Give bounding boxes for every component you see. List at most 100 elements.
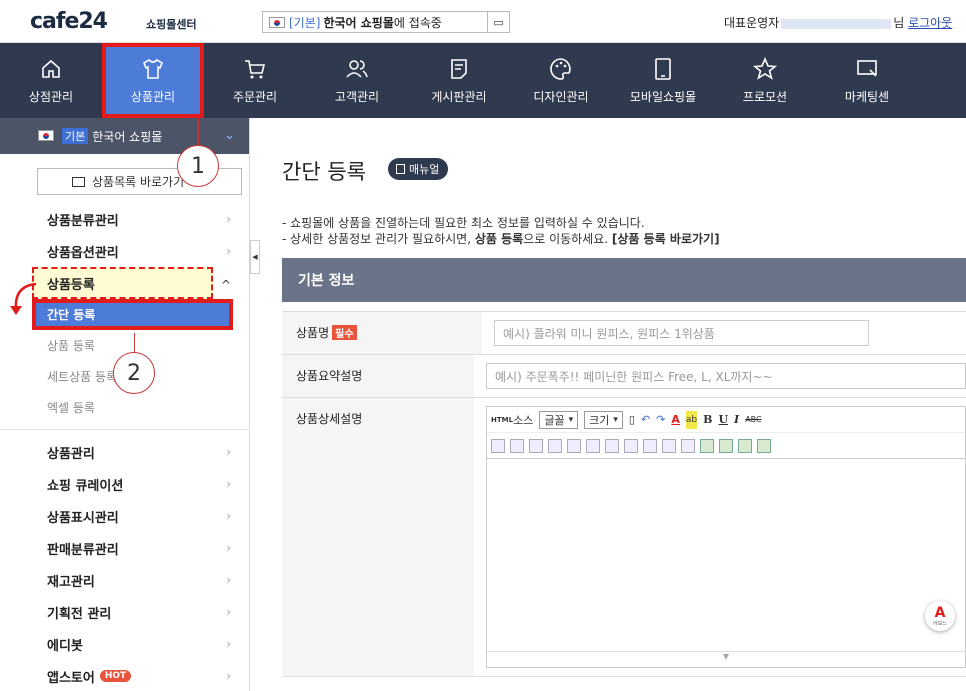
font-color-icon[interactable]: A	[671, 411, 680, 429]
marketing-icon	[857, 60, 877, 77]
sidebar-item[interactable]: 앱스토어 HOT ›	[0, 660, 249, 691]
font-select[interactable]: 글꼴	[539, 410, 579, 429]
sidebar-item[interactable]: 판매분류관리 ›	[0, 532, 249, 564]
field-label: 상품요약설명	[282, 355, 474, 397]
callout-2: 2	[113, 352, 155, 394]
product-name-input[interactable]: 예시) 플라워 미니 원피스, 원피스 1위상품	[494, 320, 869, 346]
sidebar-item[interactable]: 상품관리 ›	[0, 436, 249, 468]
redo-icon[interactable]: ↷	[656, 411, 665, 429]
split-icon[interactable]	[586, 438, 600, 453]
sidebar-item-label: 판매분류관리	[47, 542, 119, 558]
highlight-icon[interactable]: ab	[685, 410, 698, 429]
sidebar-item-label: 기획전 관리	[47, 606, 112, 622]
cafe24-logo[interactable]: cafe24	[30, 9, 108, 34]
sidebar-item[interactable]: 상품분류관리 ›	[0, 203, 249, 235]
nav-item-promotion[interactable]: 프로모션	[714, 43, 816, 118]
cell-icon[interactable]	[529, 438, 543, 453]
summary-input[interactable]: 예시) 주문폭주!! 페미닌한 원피스 Free, L, XL까지~~	[486, 363, 966, 389]
form-row-summary: 상품요약설명 예시) 주문폭주!! 페미닌한 원피스 Free, L, XL까지…	[282, 355, 966, 398]
monitor-icon[interactable]: ▭	[487, 12, 509, 32]
product-register-shortcut-link[interactable]: [상품 등록 바로가기]	[612, 232, 720, 246]
delete-icon[interactable]	[643, 438, 657, 453]
editor-resize-handle[interactable]: ▼	[487, 651, 965, 667]
mall-connect-box[interactable]: [기본] 한국어 쇼핑몰 에 접속중 ▭	[262, 11, 510, 33]
nav-item-mobile[interactable]: 모바일쇼핑몰	[612, 43, 714, 118]
image-icon[interactable]	[700, 438, 714, 453]
field-value: 예시) 플라워 미니 원피스, 원피스 1위상품	[482, 312, 966, 354]
korea-flag-icon	[38, 130, 54, 141]
grid2-icon[interactable]	[681, 438, 695, 453]
admin-suffix: 님	[893, 16, 905, 30]
annotation-arrow-icon	[10, 282, 37, 315]
sidebar-item[interactable]: 에디봇 ›	[0, 628, 249, 660]
page-title: 간단 등록	[282, 160, 366, 184]
sidebar: 기본 한국어 쇼핑몰 ⌄ 상품목록 바로가기 상품분류관리 › 상품옵션관리 › 상…	[0, 118, 250, 691]
film-icon[interactable]	[738, 438, 752, 453]
grid-icon[interactable]	[662, 438, 676, 453]
sidebar-item-label: 쇼핑 큐레이션	[47, 478, 124, 494]
list-icon	[72, 177, 85, 187]
insert-col-icon[interactable]	[605, 438, 619, 453]
new-doc-icon[interactable]: ▯	[629, 411, 635, 429]
sidebar-group-product-register[interactable]: 상품등록 ^	[32, 267, 231, 299]
nav-item-customers[interactable]: 고객관리	[306, 43, 408, 118]
field-label-text: 상품명	[296, 326, 330, 340]
logout-link[interactable]: 로그아웃	[908, 16, 952, 30]
chevron-down-icon[interactable]: ⌄	[224, 128, 235, 143]
nav-item-marketing[interactable]: 마케팅센	[816, 43, 918, 118]
sidebar-item-label: 상품옵션관리	[47, 245, 119, 261]
merge-icon[interactable]	[567, 438, 581, 453]
nav-item-design[interactable]: 디자인관리	[510, 43, 612, 118]
desc-text: - 상세한 상품정보 관리가 필요하시면,	[282, 232, 475, 246]
sidebar-item-label: 상품관리	[47, 446, 95, 462]
detail-editor[interactable]: HTML소스 글꼴 크기 ▯ ↶ ↷ A ab B U I ABC	[486, 406, 966, 668]
nav-label: 마케팅센	[844, 90, 890, 104]
media-icon[interactable]	[757, 438, 771, 453]
sidebar-subitem[interactable]: 엑셀 등록	[0, 392, 249, 423]
nav-item-store[interactable]: 상점관리	[0, 43, 102, 118]
picture-icon[interactable]	[719, 438, 733, 453]
italic-button[interactable]: I	[734, 411, 739, 429]
connect-tag: [기본]	[289, 15, 321, 30]
nav-label: 주문관리	[232, 90, 278, 104]
sidebar-item[interactable]: 상품옵션관리 ›	[0, 235, 249, 267]
sidebar-item[interactable]: 상품표시관리 ›	[0, 500, 249, 532]
manual-button[interactable]: 매뉴얼	[388, 158, 449, 180]
source-label: 소스	[513, 413, 534, 427]
desc-line-1: - 쇼핑몰에 상품을 진열하는데 필요한 최소 정보를 입력하실 수 있습니다.	[282, 216, 645, 230]
sidebar-item-label: 세트상품 등록	[47, 370, 118, 384]
users-icon	[346, 60, 368, 78]
sidebar-subitem-simple-register[interactable]: 간단 등록	[32, 299, 233, 330]
edit-icon[interactable]	[491, 438, 505, 453]
sidebar-item[interactable]: 재고관리 ›	[0, 564, 249, 596]
assistant-badge[interactable]: A 아보느	[925, 601, 955, 631]
undo-icon[interactable]: ↶	[641, 411, 650, 429]
sidebar-item-label: 상품등록	[47, 277, 95, 293]
nav-item-products[interactable]: 상품관리	[102, 43, 204, 118]
callout-1: 1	[177, 145, 219, 187]
insert-row-icon[interactable]	[624, 438, 638, 453]
top-bar: cafe24 쇼핑몰센터 [기본] 한국어 쇼핑몰 에 접속중 ▭ 대표운영자 님…	[0, 0, 966, 43]
assistant-logo-icon: A	[934, 604, 946, 621]
field-label: 상품명 필수	[282, 312, 482, 354]
nav-item-orders[interactable]: 주문관리	[204, 43, 306, 118]
source-button[interactable]: HTML 소스	[491, 411, 533, 429]
nav-label: 상품관리	[130, 90, 176, 104]
field-value: HTML소스 글꼴 크기 ▯ ↶ ↷ A ab B U I ABC	[474, 398, 966, 676]
size-select[interactable]: 크기	[584, 410, 623, 429]
sidebar-item-label: 상품 등록	[47, 339, 95, 353]
sidebar-collapse-handle[interactable]: ◀	[250, 240, 260, 274]
sidebar-item[interactable]: 기획전 관리 ›	[0, 596, 249, 628]
chevron-right-icon: ›	[226, 669, 231, 683]
sidebar-item[interactable]: 쇼핑 큐레이션 ›	[0, 468, 249, 500]
sidebar-item-label: 에디봇	[47, 638, 83, 654]
bold-button[interactable]: B	[703, 411, 712, 429]
mall-selector[interactable]: 기본 한국어 쇼핑몰 ⌄	[0, 118, 249, 154]
table-icon[interactable]	[510, 438, 524, 453]
desc-text: 으로 이동하세요.	[523, 232, 612, 246]
underline-button[interactable]: U	[718, 411, 728, 429]
strike-button[interactable]: ABC	[745, 411, 761, 429]
row-icon[interactable]	[548, 438, 562, 453]
nav-item-board[interactable]: 게시판관리	[408, 43, 510, 118]
page-description: - 쇼핑몰에 상품을 진열하는데 필요한 최소 정보를 입력하실 수 있습니다.…	[282, 215, 720, 247]
